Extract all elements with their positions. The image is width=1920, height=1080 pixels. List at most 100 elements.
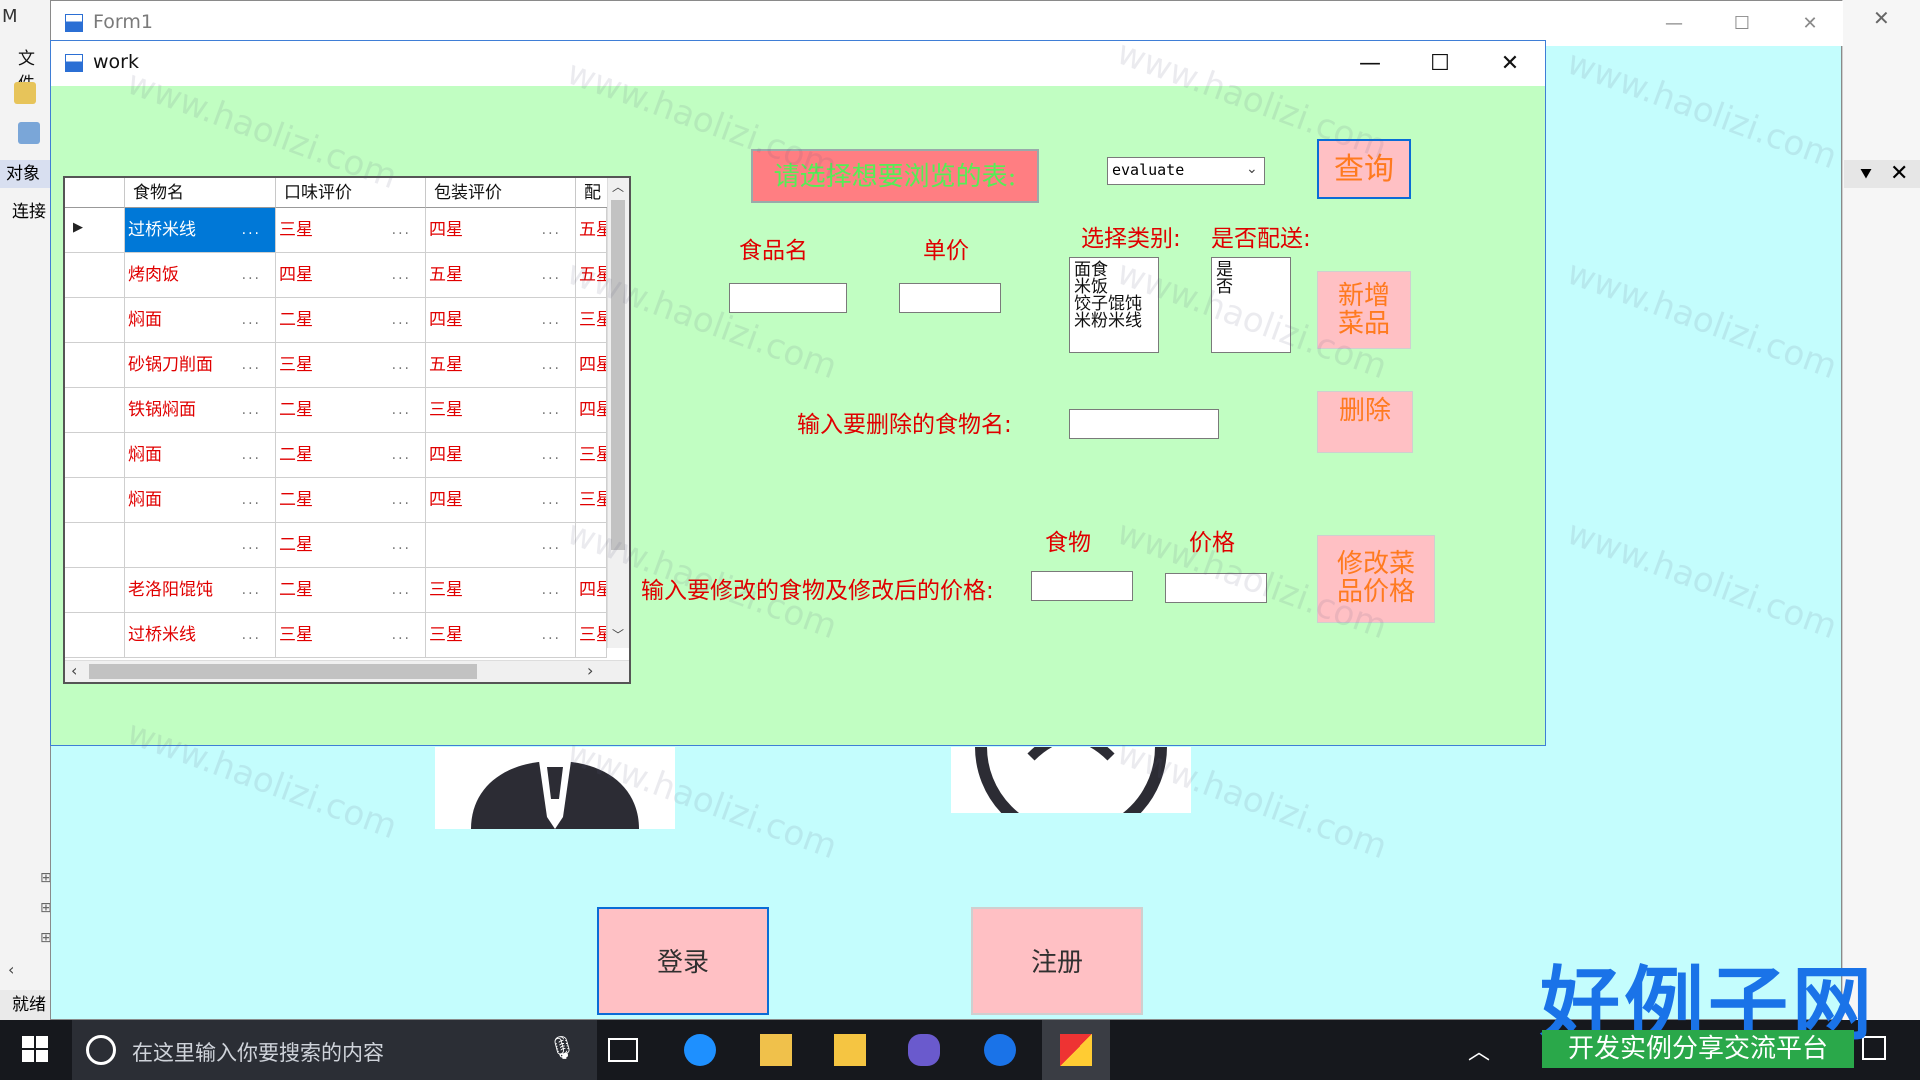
task-view-icon[interactable]: [608, 1038, 638, 1062]
table-row[interactable]: 烤肉饭...四星...五星...五星: [65, 253, 607, 298]
table-cell[interactable]: 三星: [576, 613, 607, 657]
active-app-taskbar-button[interactable]: [1042, 1020, 1110, 1080]
row-header[interactable]: [65, 343, 125, 387]
register-button[interactable]: 注册: [971, 907, 1143, 1015]
table-cell[interactable]: 三星...: [426, 613, 576, 657]
sogou-icon[interactable]: [984, 1034, 1016, 1066]
table-cell[interactable]: 四星...: [426, 478, 576, 522]
table-cell[interactable]: 三星...: [276, 613, 426, 657]
table-cell[interactable]: 焖面...: [125, 298, 276, 342]
table-cell[interactable]: 二星...: [276, 478, 426, 522]
table-cell[interactable]: 四星: [576, 568, 607, 612]
table-cell[interactable]: 四星...: [276, 253, 426, 297]
grid-horizontal-scrollbar[interactable]: ‹ ›: [65, 660, 629, 682]
table-cell[interactable]: 二星...: [276, 523, 426, 567]
close-icon[interactable]: ✕: [1475, 41, 1545, 86]
ide-tab-object[interactable]: 对象: [0, 160, 51, 188]
chevron-up-icon[interactable]: ︿: [1468, 1034, 1490, 1066]
table-cell[interactable]: 四星...: [426, 298, 576, 342]
scroll-left-icon[interactable]: ‹: [8, 960, 14, 979]
modify-food-input[interactable]: [1031, 571, 1133, 601]
table-cell[interactable]: 老洛阳馄饨...: [125, 568, 276, 612]
row-header[interactable]: [65, 433, 125, 477]
table-cell[interactable]: 过桥米线...: [125, 208, 276, 252]
close-icon[interactable]: ✕: [1873, 6, 1890, 30]
food-name-input[interactable]: [729, 283, 847, 313]
ide-tab-connect[interactable]: 连接: [0, 198, 51, 226]
table-cell[interactable]: [576, 523, 607, 567]
table-cell[interactable]: 四星...: [426, 208, 576, 252]
table-cell[interactable]: 三星...: [426, 388, 576, 432]
data-grid[interactable]: 食物名 口味评价 包装评价 配 ▶过桥米线...三星...四星...五星烤肉饭.…: [63, 176, 631, 684]
table-cell[interactable]: 焖面...: [125, 433, 276, 477]
row-header[interactable]: [65, 613, 125, 657]
scroll-up-icon[interactable]: ︿: [612, 178, 624, 195]
grid-vscroll-thumb[interactable]: [611, 200, 625, 550]
grid-hscroll-thumb[interactable]: [89, 664, 477, 679]
row-header[interactable]: [65, 523, 125, 567]
table-cell[interactable]: 五星: [576, 253, 607, 297]
table-cell[interactable]: 五星: [576, 208, 607, 252]
table-cell[interactable]: 焖面...: [125, 478, 276, 522]
table-cell[interactable]: 五星...: [426, 253, 576, 297]
scroll-down-icon[interactable]: ﹀: [612, 626, 624, 643]
delete-button[interactable]: 删除: [1317, 391, 1413, 453]
scroll-left-icon[interactable]: ‹: [71, 661, 77, 681]
row-header[interactable]: [65, 298, 125, 342]
table-cell[interactable]: 三星...: [276, 343, 426, 387]
file-explorer-icon[interactable]: [834, 1034, 866, 1066]
cortana-icon[interactable]: [86, 1035, 116, 1065]
windows-start-icon[interactable]: [22, 1036, 48, 1066]
ide-toolbar-icon[interactable]: [14, 82, 36, 104]
row-header[interactable]: [65, 253, 125, 297]
table-row[interactable]: ... 二星......: [65, 523, 607, 568]
table-cell[interactable]: 二星...: [276, 568, 426, 612]
table-cell[interactable]: 四星: [576, 343, 607, 387]
table-row[interactable]: 焖面...二星...四星...三星: [65, 433, 607, 478]
grid-column-header[interactable]: 食物名: [125, 178, 276, 208]
close-icon[interactable]: ✕: [1787, 1, 1833, 46]
visual-studio-icon[interactable]: [908, 1034, 940, 1066]
row-header[interactable]: [65, 478, 125, 522]
category-listbox[interactable]: 面食 米饭 饺子馄饨 米粉米线: [1069, 257, 1159, 353]
table-row[interactable]: 老洛阳馄饨...二星...三星...四星: [65, 568, 607, 613]
table-cell[interactable]: 过桥米线...: [125, 613, 276, 657]
table-cell[interactable]: 三星: [576, 433, 607, 477]
table-cell[interactable]: 二星...: [276, 298, 426, 342]
add-item-button[interactable]: 新增 菜品: [1317, 271, 1411, 349]
price-input[interactable]: [899, 283, 1001, 313]
delivery-listbox[interactable]: 是 否: [1211, 257, 1291, 353]
grid-vertical-scrollbar[interactable]: ︿ ﹀: [607, 178, 629, 648]
microphone-icon[interactable]: 🎙: [548, 1036, 576, 1061]
delivery-option[interactable]: 否: [1216, 279, 1286, 296]
row-header[interactable]: ▶: [65, 208, 125, 252]
dropdown-pin-icon[interactable]: ⯆: [1858, 160, 1874, 188]
table-cell[interactable]: ...: [426, 523, 576, 567]
table-row[interactable]: 砂锅刀削面...三星...五星...四星: [65, 343, 607, 388]
grid-column-header[interactable]: 包装评价: [426, 178, 576, 208]
table-cell[interactable]: 烤肉饭...: [125, 253, 276, 297]
login-button[interactable]: 登录: [597, 907, 769, 1015]
modify-price-button[interactable]: 修改菜 品价格: [1317, 535, 1435, 623]
close-icon[interactable]: ✕: [1890, 160, 1908, 188]
table-cell[interactable]: 三星...: [276, 208, 426, 252]
category-option[interactable]: 米粉米线: [1074, 313, 1154, 330]
table-cell[interactable]: 四星: [576, 388, 607, 432]
minimize-icon[interactable]: —: [1335, 41, 1405, 86]
row-header[interactable]: [65, 568, 125, 612]
table-cell[interactable]: 二星...: [276, 388, 426, 432]
delete-food-input[interactable]: [1069, 409, 1219, 439]
table-cell[interactable]: 三星...: [426, 568, 576, 612]
table-select[interactable]: evaluate ⌄: [1107, 157, 1265, 185]
minimize-icon[interactable]: —: [1651, 1, 1697, 46]
table-row[interactable]: 铁锅焖面...二星...三星...四星: [65, 388, 607, 433]
table-row[interactable]: ▶过桥米线...三星...四星...五星: [65, 208, 607, 253]
table-cell[interactable]: 二星...: [276, 433, 426, 477]
table-cell[interactable]: 四星...: [426, 433, 576, 477]
table-cell[interactable]: 五星...: [426, 343, 576, 387]
grid-column-header[interactable]: 口味评价: [276, 178, 426, 208]
table-cell[interactable]: 砂锅刀削面...: [125, 343, 276, 387]
query-button[interactable]: 查询: [1317, 139, 1411, 199]
table-row[interactable]: 焖面...二星...四星...三星: [65, 478, 607, 523]
table-cell[interactable]: ...: [125, 523, 276, 567]
